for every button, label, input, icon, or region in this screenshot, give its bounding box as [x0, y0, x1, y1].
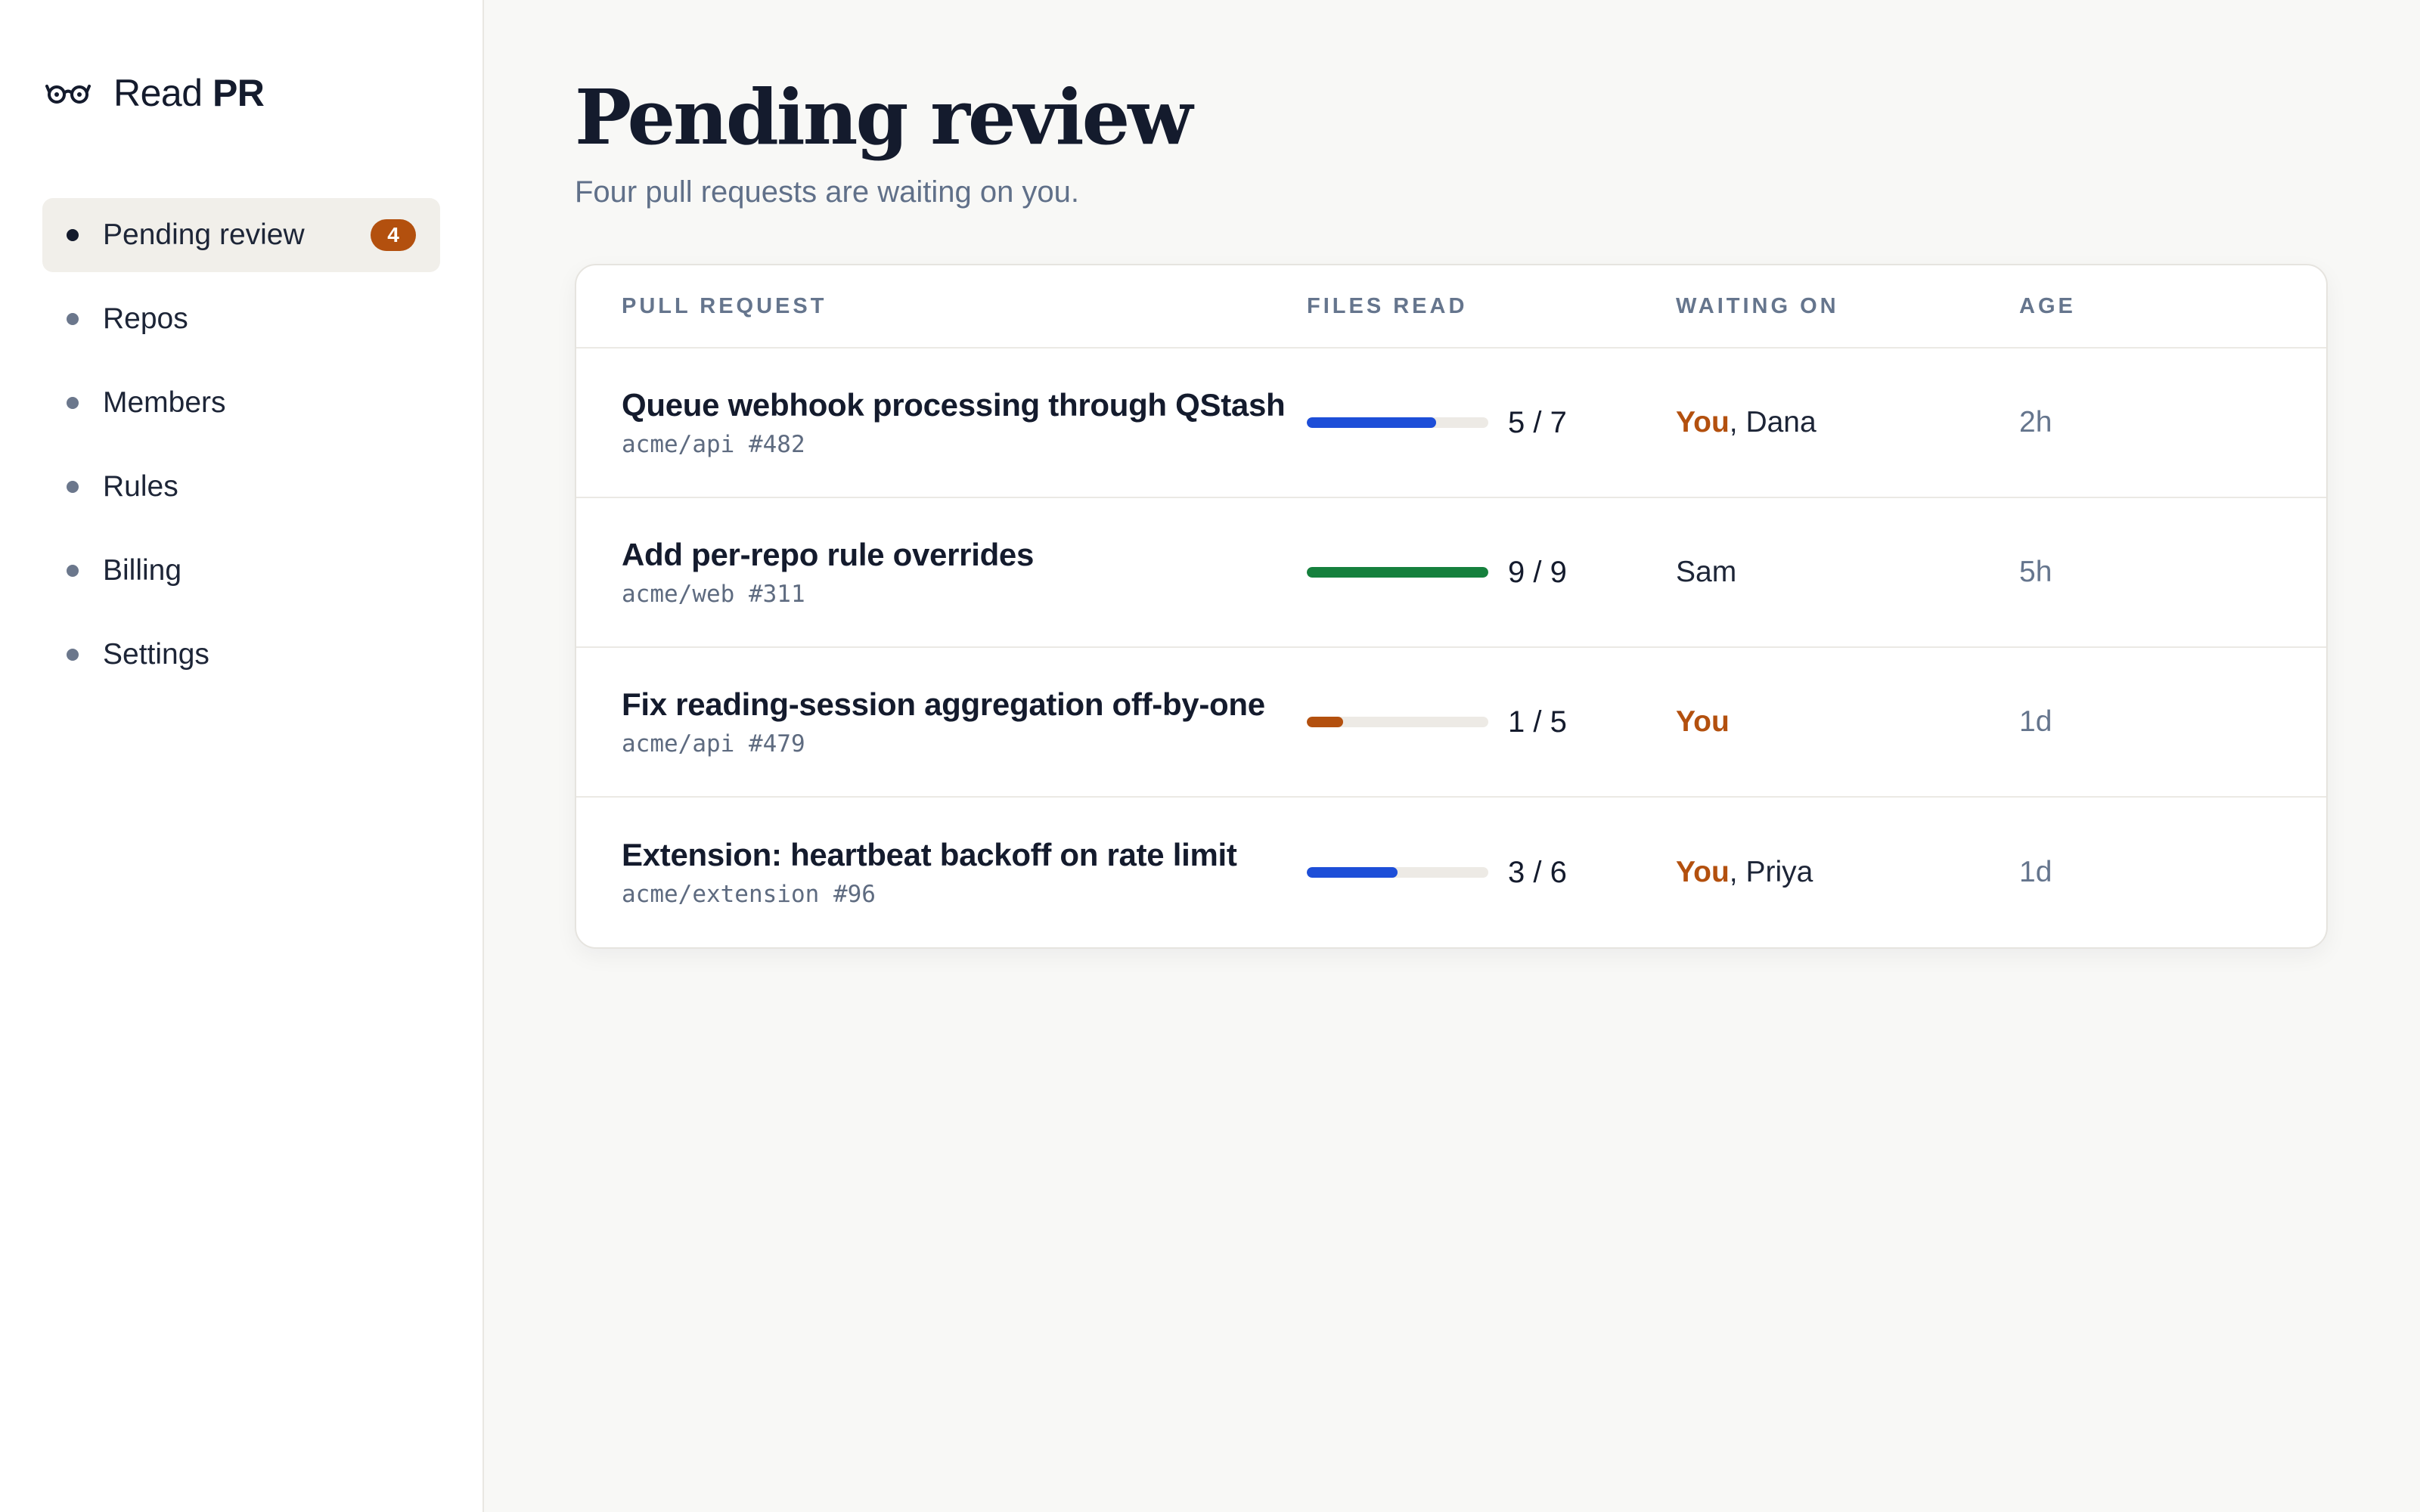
age-cell: 5h: [2019, 556, 2052, 588]
waiting-on-you: You: [1676, 406, 1730, 438]
sidebar-item-members[interactable]: Members: [42, 366, 440, 440]
sidebar-item-rules[interactable]: Rules: [42, 450, 440, 524]
waiting-on-separator: ,: [1729, 406, 1746, 438]
files-read-cell: 1 / 5: [1307, 705, 1676, 739]
sidebar-item-label: Repos: [103, 302, 188, 335]
age-cell: 1d: [2019, 856, 2052, 888]
sidebar-item-label: Rules: [103, 470, 178, 503]
progress-fill: [1307, 567, 1488, 578]
bullet-icon: [67, 565, 79, 577]
page-title: Pending review: [575, 73, 1193, 162]
files-read-count: 9 / 9: [1508, 555, 1567, 589]
sidebar-nav: Pending review 4 Repos Members Rules Bil…: [42, 198, 440, 692]
sidebar-item-settings[interactable]: Settings: [42, 618, 440, 692]
column-header-waiting-on: WAITING ON: [1676, 293, 1839, 318]
brand-name-prefix: Read: [113, 72, 213, 114]
files-read-count: 1 / 5: [1508, 705, 1567, 739]
files-read-progress-bar: [1307, 567, 1488, 578]
files-read-cell: 9 / 9: [1307, 556, 1676, 590]
pr-ref: acme/extension #96: [622, 881, 876, 908]
sidebar-item-label: Billing: [103, 554, 182, 587]
app: Read PR Pending review 4 Repos Members R…: [0, 0, 2420, 1512]
pr-cell: Extension: heartbeat backoff on rate lim…: [622, 837, 1307, 908]
pr-cell: Add per-repo rule overrides acme/web #31…: [622, 537, 1307, 608]
pull-request-table: PULL REQUEST FILES READ WAITING ON AGE Q…: [575, 264, 2328, 949]
sidebar-item-label: Pending review: [103, 218, 305, 251]
table-row[interactable]: Queue webhook processing through QStash …: [576, 349, 2326, 498]
waiting-on-cell: You, Dana: [1676, 406, 2019, 439]
waiting-on-cell: You: [1676, 705, 2019, 739]
main-content: Pending review Four pull requests are wa…: [484, 0, 2420, 1512]
table-row[interactable]: Fix reading-session aggregation off-by-o…: [576, 648, 2326, 798]
sidebar-item-pending-review[interactable]: Pending review 4: [42, 198, 440, 272]
sidebar-item-label: Members: [103, 386, 226, 419]
sidebar: Read PR Pending review 4 Repos Members R…: [0, 0, 484, 1512]
waiting-on-cell: You, Priya: [1676, 856, 2019, 889]
files-read-cell: 5 / 7: [1307, 406, 1676, 440]
pr-title[interactable]: Add per-repo rule overrides: [622, 537, 1307, 573]
files-read-count: 3 / 6: [1508, 855, 1567, 889]
table-row[interactable]: Add per-repo rule overrides acme/web #31…: [576, 498, 2326, 648]
brand[interactable]: Read PR: [42, 68, 440, 118]
waiting-on-others: Sam: [1676, 556, 1737, 588]
files-read-progress-bar: [1307, 867, 1488, 878]
pr-title[interactable]: Fix reading-session aggregation off-by-o…: [622, 686, 1307, 723]
files-read-progress-bar: [1307, 717, 1488, 727]
bullet-icon: [67, 481, 79, 493]
table-header: PULL REQUEST FILES READ WAITING ON AGE: [576, 265, 2326, 349]
progress-fill: [1307, 717, 1343, 727]
waiting-on-cell: Sam: [1676, 556, 2019, 589]
bullet-icon: [67, 313, 79, 325]
pr-ref: acme/web #311: [622, 581, 805, 608]
progress-fill: [1307, 417, 1437, 428]
pr-cell: Fix reading-session aggregation off-by-o…: [622, 686, 1307, 758]
pr-ref: acme/api #482: [622, 431, 805, 458]
sidebar-item-repos[interactable]: Repos: [42, 282, 440, 356]
bullet-icon: [67, 397, 79, 409]
waiting-on-you: You: [1676, 705, 1730, 738]
brand-name-strong: PR: [212, 72, 265, 114]
progress-fill: [1307, 867, 1398, 878]
brand-name: Read PR: [113, 71, 265, 115]
pr-ref: acme/api #479: [622, 730, 805, 758]
waiting-on-others: Dana: [1745, 406, 1817, 438]
age-cell: 1d: [2019, 705, 2052, 738]
files-read-count: 5 / 7: [1508, 405, 1567, 439]
waiting-on-you: You: [1676, 856, 1730, 888]
bullet-icon: [67, 649, 79, 661]
age-cell: 2h: [2019, 406, 2052, 438]
pending-count-badge: 4: [371, 219, 416, 251]
bullet-icon: [67, 229, 79, 241]
files-read-cell: 3 / 6: [1307, 856, 1676, 890]
pr-title[interactable]: Extension: heartbeat backoff on rate lim…: [622, 837, 1307, 873]
glasses-icon: [45, 85, 91, 104]
pr-cell: Queue webhook processing through QStash …: [622, 387, 1307, 458]
column-header-pull-request: PULL REQUEST: [622, 293, 827, 318]
table-row[interactable]: Extension: heartbeat backoff on rate lim…: [576, 798, 2326, 947]
waiting-on-separator: ,: [1729, 856, 1746, 888]
page-subtitle: Four pull requests are waiting on you.: [575, 175, 1080, 209]
sidebar-item-label: Settings: [103, 638, 209, 671]
sidebar-item-billing[interactable]: Billing: [42, 534, 440, 608]
column-header-files-read: FILES READ: [1307, 293, 1468, 318]
waiting-on-others: Priya: [1745, 856, 1813, 888]
files-read-progress-bar: [1307, 417, 1488, 428]
column-header-age: AGE: [2019, 293, 2076, 318]
pr-title[interactable]: Queue webhook processing through QStash: [622, 387, 1307, 423]
